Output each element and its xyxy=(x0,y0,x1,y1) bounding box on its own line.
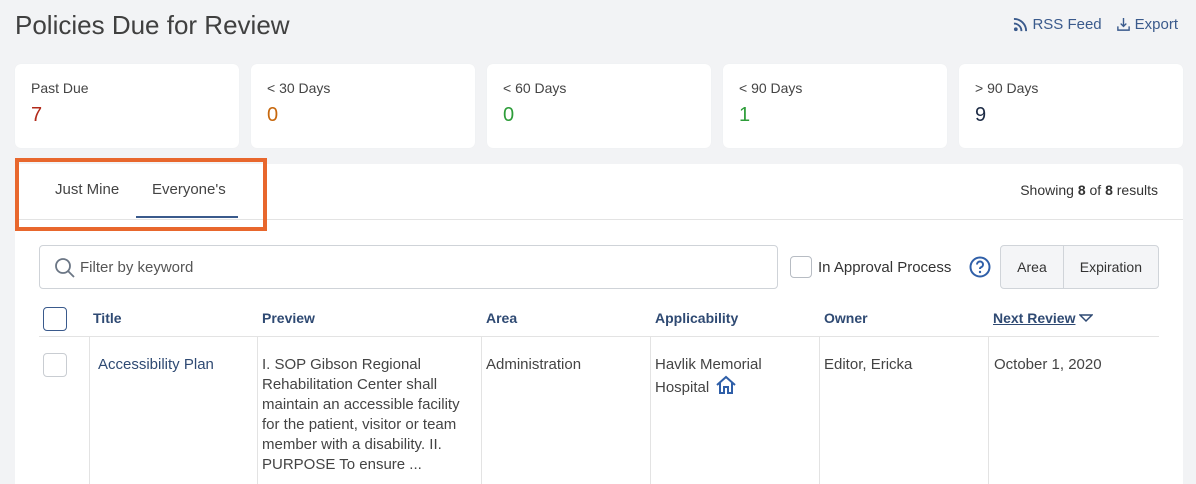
export-link[interactable]: Export xyxy=(1116,16,1178,33)
row-next-review: October 1, 2020 xyxy=(994,356,1102,373)
showing-of: of xyxy=(1089,182,1102,198)
row-owner: Editor, Ericka xyxy=(824,356,913,373)
row-area: Administration xyxy=(486,356,582,373)
rss-feed-label: RSS Feed xyxy=(1032,16,1102,33)
sort-segment: Area Expiration xyxy=(1000,245,1159,289)
row-checkbox[interactable] xyxy=(43,353,67,377)
card-value: 7 xyxy=(31,104,43,126)
sort-desc-icon xyxy=(1079,314,1094,323)
rss-feed-link[interactable]: RSS Feed xyxy=(1013,16,1102,33)
results-panel: Just Mine Everyone's Showing 8 of 8 resu… xyxy=(15,158,1183,484)
top-actions: RSS Feed Export xyxy=(1013,16,1178,33)
card-under-30-days[interactable]: < 30 Days 0 xyxy=(251,64,475,148)
card-label: < 90 Days xyxy=(739,80,803,96)
table-row[interactable]: Accessibility Plan I. SOP Gibson Regiona… xyxy=(39,337,1159,484)
export-icon xyxy=(1116,17,1130,31)
showing-prefix: Showing xyxy=(1020,182,1074,198)
policies-table: Title Preview Area Applicability Owner N… xyxy=(39,300,1159,484)
card-value: 9 xyxy=(975,104,987,126)
approval-checkbox[interactable] xyxy=(790,256,812,278)
rss-icon xyxy=(1014,17,1028,32)
export-label: Export xyxy=(1134,16,1178,33)
row-applicability: Havlik Memorial Hospital xyxy=(655,355,815,398)
header-title[interactable]: Title xyxy=(93,310,122,326)
next-review-label: Next Review xyxy=(993,310,1076,326)
summary-cards: Past Due 7 < 30 Days 0 < 60 Days 0 < 90 … xyxy=(15,64,1183,148)
row-applicability-text: Havlik Memorial Hospital xyxy=(655,356,762,396)
showing-suffix: results xyxy=(1116,182,1158,198)
card-value: 0 xyxy=(267,104,279,126)
card-value: 0 xyxy=(503,104,515,126)
showing-count: 8 xyxy=(1077,182,1086,198)
card-over-90-days[interactable]: > 90 Days 9 xyxy=(959,64,1183,148)
table-header: Title Preview Area Applicability Owner N… xyxy=(39,300,1159,337)
showing-total: 8 xyxy=(1105,182,1113,198)
header-applicability[interactable]: Applicability xyxy=(655,310,738,326)
results-count: Showing 8 of 8 results xyxy=(1020,182,1158,198)
tabs-bar: Just Mine Everyone's Showing 8 of 8 resu… xyxy=(15,158,1183,231)
column-divider xyxy=(257,337,258,484)
row-title-link[interactable]: Accessibility Plan xyxy=(98,355,214,375)
card-past-due[interactable]: Past Due 7 xyxy=(15,64,239,148)
approval-filter: In Approval Process xyxy=(790,256,951,278)
column-divider xyxy=(481,337,482,484)
highlight-box xyxy=(15,158,267,231)
page-title: Policies Due for Review xyxy=(15,10,290,40)
home-icon[interactable] xyxy=(715,375,737,395)
approval-label: In Approval Process xyxy=(818,258,952,276)
header-next-review[interactable]: Next Review xyxy=(993,310,1094,326)
card-label: < 60 Days xyxy=(503,80,567,96)
card-under-60-days[interactable]: < 60 Days 0 xyxy=(487,64,711,148)
header-area[interactable]: Area xyxy=(486,310,517,326)
header-preview[interactable]: Preview xyxy=(262,310,315,326)
search-icon xyxy=(55,258,75,278)
card-under-90-days[interactable]: < 90 Days 1 xyxy=(723,64,947,148)
sort-expiration-button[interactable]: Expiration xyxy=(1062,246,1158,288)
help-icon[interactable] xyxy=(969,256,991,278)
filter-row: In Approval Process Area Expiration xyxy=(39,245,1159,289)
column-divider xyxy=(988,337,989,484)
filter-input[interactable] xyxy=(80,246,760,288)
filter-field xyxy=(39,245,778,289)
select-all-checkbox[interactable] xyxy=(43,307,67,331)
sort-area-button[interactable]: Area xyxy=(1001,246,1063,288)
card-label: > 90 Days xyxy=(975,80,1039,96)
card-label: Past Due xyxy=(31,80,89,96)
card-value: 1 xyxy=(739,104,751,126)
column-divider xyxy=(819,337,820,484)
column-divider xyxy=(650,337,651,484)
column-divider xyxy=(89,337,90,484)
card-label: < 30 Days xyxy=(267,80,331,96)
header-owner[interactable]: Owner xyxy=(824,310,868,326)
row-preview: I. SOP Gibson Regional Rehabilitation Ce… xyxy=(262,356,460,473)
